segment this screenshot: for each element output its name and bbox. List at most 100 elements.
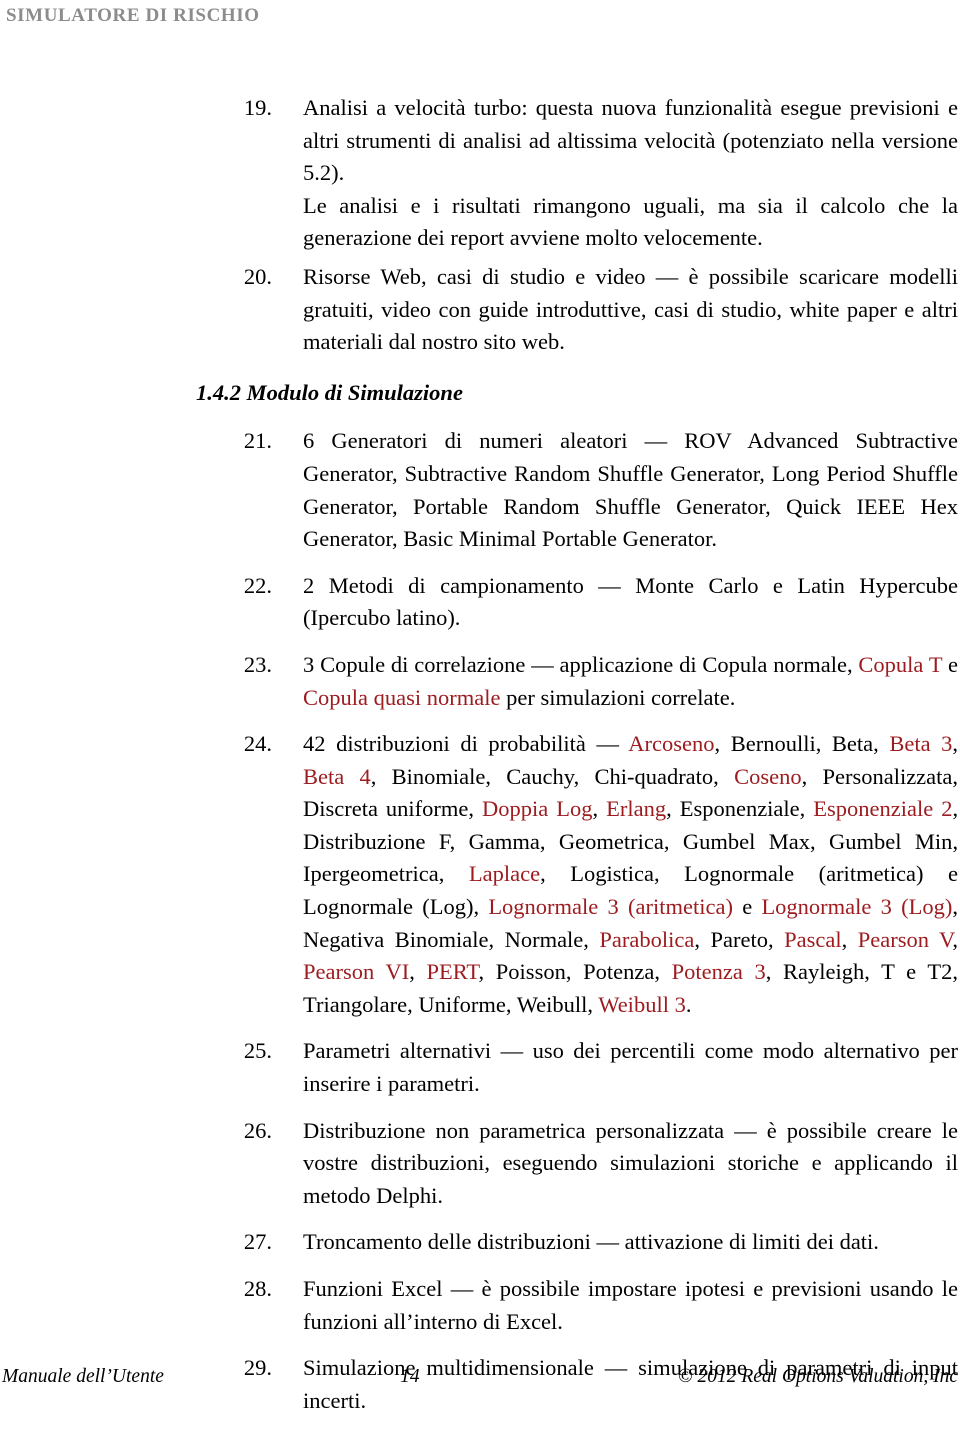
highlighted-term: Laplace bbox=[468, 861, 541, 887]
highlighted-term: Pearson V bbox=[857, 926, 953, 952]
distribution-name: Cauchy bbox=[506, 763, 574, 789]
list-item-text: 6 Generatori di numeri aleatori — ROV Ad… bbox=[303, 428, 958, 552]
text-separator: , bbox=[473, 894, 489, 920]
footer-page-number: 14 bbox=[400, 1366, 420, 1387]
list-item-text: 2 Metodi di campionamento — Monte Carlo … bbox=[303, 572, 958, 631]
text-separator: , bbox=[663, 828, 683, 854]
list-item: 22. 2 Metodi di campionamento — Monte Ca… bbox=[0, 570, 960, 635]
distribution-name: Chi-quadrato bbox=[594, 763, 714, 789]
list-item-text: Risorse Web, casi di studio e video — è … bbox=[303, 263, 958, 355]
highlighted-term: Copula T bbox=[858, 651, 943, 677]
text-separator: , bbox=[952, 959, 959, 985]
text-run: 42 distribuzioni di probabilità — bbox=[303, 731, 629, 757]
text-separator: , bbox=[478, 959, 496, 985]
text-separator: e bbox=[894, 959, 928, 985]
text-separator: , bbox=[488, 926, 505, 952]
list-item-number: 23. bbox=[243, 651, 272, 677]
list-item-text: Troncamento delle distribuzioni — attiva… bbox=[303, 1229, 879, 1255]
distribution-name: Normale bbox=[504, 926, 584, 952]
list-item-number: 28. bbox=[243, 1276, 272, 1301]
page-footer: Manuale dell’Utente 14 © 2012 Real Optio… bbox=[2, 1364, 958, 1390]
distribution-name: Discreta uniforme bbox=[303, 796, 469, 822]
text-separator: , bbox=[714, 731, 731, 757]
text-separator: , bbox=[438, 861, 469, 887]
text-separator: , bbox=[565, 959, 584, 985]
text-separator: , bbox=[873, 731, 890, 757]
distribution-name: Weibull bbox=[516, 991, 588, 1017]
text-separator: , bbox=[653, 861, 685, 887]
list-item-number: 20. bbox=[243, 263, 272, 289]
distribution-name: Pareto bbox=[710, 926, 768, 952]
list-item-number: 25. bbox=[243, 1038, 272, 1064]
list-item: 23. 3 Copule di correlazione — applicazi… bbox=[0, 649, 960, 714]
text-separator: , bbox=[952, 731, 958, 757]
document-body: 19. Analisi a velocità turbo: questa nuo… bbox=[0, 92, 960, 1431]
text-separator: e bbox=[732, 894, 762, 920]
distribution-name: Triangolare bbox=[303, 991, 408, 1017]
distribution-name: Rayleigh bbox=[783, 959, 865, 985]
highlighted-term: Esponenziale 2 bbox=[813, 796, 953, 822]
distribution-name: Uniforme bbox=[418, 991, 506, 1017]
list-item: 19. Analisi a velocità turbo: questa nuo… bbox=[0, 92, 960, 190]
distribution-name: Esponenziale bbox=[679, 796, 800, 822]
distribution-list: Arcoseno, Bernoulli, Beta, Beta 3, Beta … bbox=[303, 731, 958, 1017]
text-run: per simulazioni correlate. bbox=[500, 684, 736, 710]
highlighted-term: PERT bbox=[426, 959, 479, 985]
text-separator: , bbox=[407, 991, 419, 1017]
text-separator: , bbox=[654, 959, 672, 985]
highlighted-term: Lognormale 3 (Log) bbox=[761, 894, 953, 920]
section-heading: 1.4.2 Modulo di Simulazione bbox=[196, 379, 463, 405]
highlighted-term: Lognormale 3 (aritmetica) bbox=[488, 894, 733, 920]
text-separator: , bbox=[409, 959, 427, 985]
list-item-text: Parametri alternativi — uso dei percenti… bbox=[303, 1038, 958, 1097]
distribution-name: Negativa Binomiale bbox=[303, 926, 489, 952]
distribution-name: Bernoulli bbox=[730, 731, 816, 757]
distribution-name: Gumbel Max bbox=[682, 828, 811, 854]
text-separator: , bbox=[799, 796, 814, 822]
distribution-name: Gumbel Min bbox=[829, 828, 953, 854]
list-item: 27. Troncamento delle distribuzioni — at… bbox=[0, 1226, 960, 1259]
text-separator: , bbox=[952, 894, 958, 920]
text-run: 3 Copule di correlazione — applicazione … bbox=[303, 651, 859, 677]
distribution-name: T2 bbox=[927, 959, 953, 985]
distribution-name: Binomiale bbox=[391, 763, 486, 789]
distribution-name: Logistica bbox=[570, 861, 654, 887]
text-separator: , bbox=[841, 926, 858, 952]
highlighted-term: Doppia Log bbox=[482, 796, 593, 822]
list-item-text: 42 distribuzioni di probabilità — Arcose… bbox=[272, 728, 960, 1021]
text-separator: , bbox=[539, 828, 559, 854]
distribution-name: Lognormale (Log) bbox=[303, 894, 474, 920]
highlighted-term: Beta 4 bbox=[303, 763, 371, 789]
list-item: 20. Risorse Web, casi di studio e video … bbox=[0, 261, 960, 359]
list-item: 28. Funzioni Excel — è possibile imposta… bbox=[0, 1273, 960, 1338]
text-separator: , bbox=[587, 991, 599, 1017]
highlighted-term: Parabolica bbox=[599, 926, 695, 952]
list-item-number: 19. bbox=[243, 95, 272, 120]
distribution-name: Ipergeometrica bbox=[303, 861, 439, 887]
running-header: SIMULATORE DI RISCHIO bbox=[6, 5, 260, 26]
text-separator: , bbox=[583, 926, 600, 952]
text-separator: , bbox=[449, 828, 469, 854]
highlighted-term: Pascal bbox=[784, 926, 842, 952]
text-separator: , bbox=[694, 926, 711, 952]
text-separator: , bbox=[952, 796, 959, 822]
highlighted-term: Copula quasi normale bbox=[303, 684, 501, 710]
highlighted-term: Erlang bbox=[606, 796, 667, 822]
list-item-text: Funzioni Excel — è possibile impostare i… bbox=[303, 1276, 958, 1334]
list-item-text: Le analisi e i risultati rimangono ugual… bbox=[303, 192, 958, 251]
list-item-number: 27. bbox=[243, 1229, 272, 1255]
text-separator: , bbox=[505, 991, 517, 1017]
list-item-number: 22. bbox=[243, 572, 272, 598]
text-separator: , bbox=[815, 731, 832, 757]
distribution-name: Poisson bbox=[495, 959, 566, 985]
highlighted-term: Weibull 3 bbox=[598, 991, 686, 1017]
footer-copyright: © 2012 Real Options Valuation, Inc bbox=[677, 1366, 958, 1387]
text-separator: , bbox=[952, 763, 959, 789]
text-separator: . bbox=[685, 991, 692, 1017]
highlighted-term: Pearson VI bbox=[303, 959, 410, 985]
text-separator: , bbox=[468, 796, 483, 822]
list-item-number: 21. bbox=[243, 428, 272, 454]
highlighted-term: Arcoseno bbox=[628, 731, 715, 757]
list-item-text: Analisi a velocità turbo: questa nuova f… bbox=[303, 95, 958, 186]
text-run: e bbox=[942, 651, 958, 677]
